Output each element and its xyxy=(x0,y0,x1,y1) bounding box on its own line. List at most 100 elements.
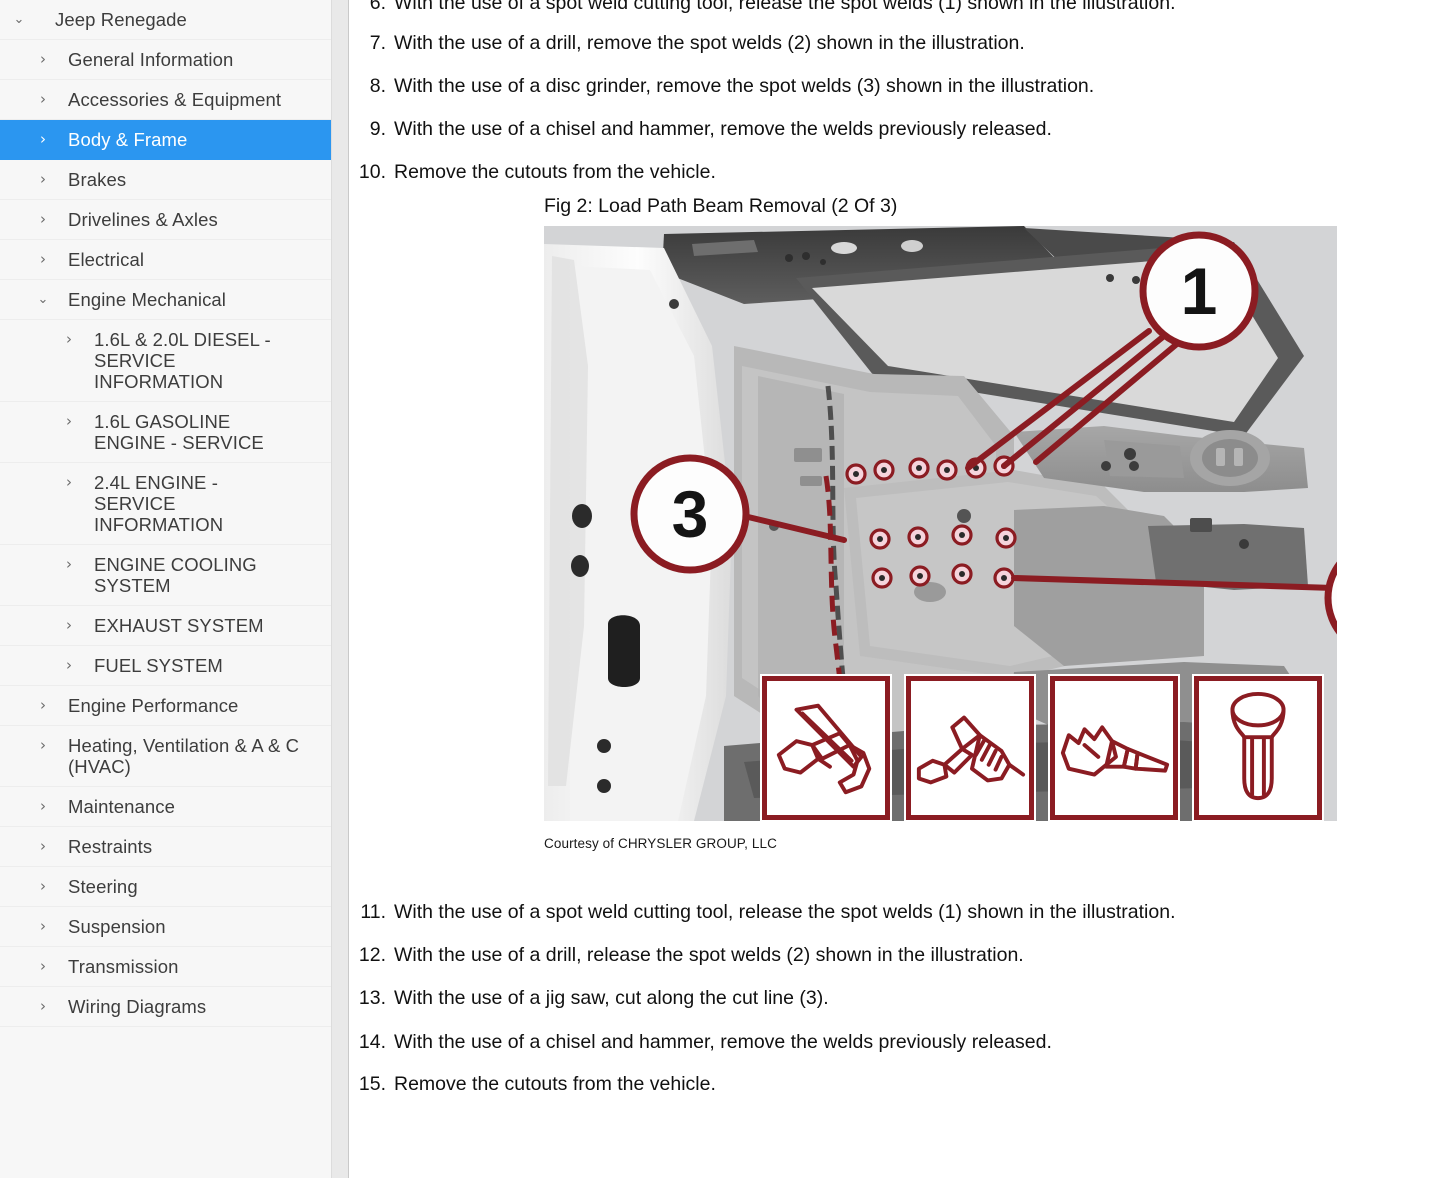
callout-3: 3 xyxy=(634,458,746,570)
procedure-step: 15.Remove the cutouts from the vehicle. xyxy=(349,1072,1269,1096)
step-number: 15. xyxy=(349,1072,394,1096)
sidebar-item-label: Body & Frame xyxy=(68,129,307,150)
tool-box-drill xyxy=(906,676,1034,820)
chevron-right-icon[interactable]: › xyxy=(30,695,56,716)
sidebar-item-drivelines-axles[interactable]: › Drivelines & Axles xyxy=(0,200,331,240)
figure-caption: Fig 2: Load Path Beam Removal (2 Of 3) xyxy=(544,194,897,218)
step-text: With the use of a spot weld cutting tool… xyxy=(394,0,1269,15)
sidebar-item-body-frame[interactable]: › Body & Frame xyxy=(0,120,331,160)
chevron-right-icon[interactable]: › xyxy=(30,956,56,977)
tool-box-spot-weld-cutter xyxy=(762,676,890,820)
document-viewer: ⌄ Jeep Renegade › General Information ›Acces… xyxy=(0,0,1445,1178)
sidebar-item-general-information[interactable]: › General Information xyxy=(0,40,331,80)
sidebar-item-maintenance[interactable]: ›Maintenance xyxy=(0,787,331,827)
courtesy-caption: Courtesy of CHRYSLER GROUP, LLC xyxy=(544,836,777,851)
sidebar-scrollbar[interactable] xyxy=(332,0,349,1178)
chevron-right-icon[interactable]: › xyxy=(56,655,82,676)
step-number: 8. xyxy=(349,74,394,98)
sidebar-item-electrical[interactable]: ›Electrical xyxy=(0,240,331,280)
sidebar-item-label: ENGINE COOLING SYSTEM xyxy=(94,554,295,596)
chevron-right-icon[interactable]: › xyxy=(30,169,56,190)
tool-box-punch xyxy=(1194,676,1322,820)
sidebar-item-jeep-renegade[interactable]: ⌄ Jeep Renegade xyxy=(0,0,331,40)
sidebar-item-label: 1.6L & 2.0L DIESEL - SERVICE INFORMATION xyxy=(94,329,295,392)
step-text: With the use of a disc grinder, remove t… xyxy=(394,74,1269,98)
procedure-step: 14.With the use of a chisel and hammer, … xyxy=(349,1030,1269,1054)
step-text: With the use of a chisel and hammer, rem… xyxy=(394,1030,1269,1054)
step-text: With the use of a jig saw, cut along the… xyxy=(394,986,1269,1010)
chevron-right-icon[interactable]: › xyxy=(30,916,56,937)
chevron-right-icon[interactable]: › xyxy=(56,411,82,432)
sidebar-item-label: Engine Mechanical xyxy=(68,289,307,310)
procedure-step: 9.With the use of a chisel and hammer, r… xyxy=(349,117,1269,141)
step-text: Remove the cutouts from the vehicle. xyxy=(394,160,1269,184)
tool-box-chisel-hammer xyxy=(1050,676,1178,820)
sidebar-item-transmission[interactable]: › Transmission xyxy=(0,947,331,987)
sidebar-item-engine-mechanical[interactable]: ⌄ Engine Mechanical xyxy=(0,280,331,320)
sidebar-item-label: EXHAUST SYSTEM xyxy=(94,615,295,636)
figure-illustration: 1 2 3 xyxy=(544,226,1337,821)
chevron-right-icon[interactable]: › xyxy=(56,329,82,350)
sidebar-item-heating-ventilation-a-c-hvac[interactable]: › Heating, Ventilation & A & C (HVAC) xyxy=(0,726,331,787)
chevron-right-icon[interactable]: › xyxy=(30,996,56,1017)
callout-1: 1 xyxy=(1143,235,1255,347)
drill-icon xyxy=(911,681,1029,815)
chevron-right-icon[interactable]: › xyxy=(30,129,56,150)
svg-text:1: 1 xyxy=(1181,254,1218,328)
step-number: 6. xyxy=(349,0,394,15)
chevron-right-icon[interactable]: › xyxy=(30,49,56,70)
sidebar-item-2-4l-engine-service-information[interactable]: › 2.4L ENGINE - SERVICE INFORMATION xyxy=(0,463,331,545)
chevron-right-icon[interactable]: › xyxy=(56,554,82,575)
sidebar-item-label: Heating, Ventilation & A & C (HVAC) xyxy=(68,735,307,777)
sidebar-item-label: Wiring Diagrams xyxy=(68,996,307,1017)
chevron-right-icon[interactable]: › xyxy=(56,472,82,493)
sidebar-item-engine-cooling-system[interactable]: › ENGINE COOLING SYSTEM xyxy=(0,545,331,606)
sidebar-item-exhaust-system[interactable]: › EXHAUST SYSTEM xyxy=(0,606,331,646)
sidebar-item-label: 1.6L GASOLINE ENGINE - SERVICE xyxy=(94,411,295,453)
chevron-right-icon[interactable]: › xyxy=(30,249,56,270)
sidebar-item-suspension[interactable]: ›Suspension xyxy=(0,907,331,947)
sidebar-item-label: 2.4L ENGINE - SERVICE INFORMATION xyxy=(94,472,295,535)
step-text: With the use of a drill, remove the spot… xyxy=(394,31,1269,55)
sidebar-item-label: General Information xyxy=(68,49,307,70)
chevron-right-icon[interactable]: › xyxy=(30,876,56,897)
sidebar-item-1-6l-2-0l-diesel-service-information[interactable]: › 1.6L & 2.0L DIESEL - SERVICE INFORMATIO… xyxy=(0,320,331,402)
chisel-hammer-icon xyxy=(1055,681,1173,815)
navigation-sidebar[interactable]: ⌄ Jeep Renegade › General Information ›Acces… xyxy=(0,0,332,1178)
sidebar-item-1-6l-gasoline-engine-service[interactable]: › 1.6L GASOLINE ENGINE - SERVICE xyxy=(0,402,331,463)
sidebar-item-label: Engine Performance xyxy=(68,695,307,716)
step-number: 12. xyxy=(349,943,394,967)
chevron-right-icon[interactable]: › xyxy=(30,735,56,756)
sidebar-item-label: Jeep Renegade xyxy=(55,9,321,30)
step-text: With the use of a spot weld cutting tool… xyxy=(394,900,1269,924)
procedure-step: 11.With the use of a spot weld cutting t… xyxy=(349,900,1269,924)
sidebar-item-accessories-equipment[interactable]: ›Accessories & Equipment xyxy=(0,80,331,120)
step-number: 10. xyxy=(349,160,394,184)
procedure-step: 12.With the use of a drill, release the … xyxy=(349,943,1269,967)
step-number: 9. xyxy=(349,117,394,141)
sidebar-item-label: Transmission xyxy=(68,956,307,977)
step-number: 13. xyxy=(349,986,394,1010)
sidebar-item-engine-performance[interactable]: › Engine Performance xyxy=(0,686,331,726)
sidebar-item-label: Brakes xyxy=(68,169,307,190)
sidebar-item-restraints[interactable]: ›Restraints xyxy=(0,827,331,867)
sidebar-item-steering[interactable]: › Steering xyxy=(0,867,331,907)
sidebar-item-wiring-diagrams[interactable]: › Wiring Diagrams xyxy=(0,987,331,1027)
chevron-right-icon[interactable]: › xyxy=(30,836,56,857)
chevron-right-icon[interactable]: › xyxy=(30,89,56,110)
sidebar-item-brakes[interactable]: › Brakes xyxy=(0,160,331,200)
chevron-right-icon[interactable]: › xyxy=(30,796,56,817)
step-number: 11. xyxy=(349,900,394,924)
procedure-step: 13.With the use of a jig saw, cut along … xyxy=(349,986,1269,1010)
step-text: Remove the cutouts from the vehicle. xyxy=(394,1072,1269,1096)
svg-text:3: 3 xyxy=(672,477,709,551)
chevron-down-icon[interactable]: ⌄ xyxy=(6,9,32,30)
sidebar-item-label: Steering xyxy=(68,876,307,897)
sidebar-item-fuel-system[interactable]: › FUEL SYSTEM xyxy=(0,646,331,686)
chevron-down-icon[interactable]: ⌄ xyxy=(30,289,56,310)
sidebar-item-label: FUEL SYSTEM xyxy=(94,655,295,676)
chevron-right-icon[interactable]: › xyxy=(56,615,82,636)
document-content: 6.With the use of a spot weld cutting to… xyxy=(349,0,1445,1178)
chevron-right-icon[interactable]: › xyxy=(30,209,56,230)
sidebar-item-label: Drivelines & Axles xyxy=(68,209,307,230)
